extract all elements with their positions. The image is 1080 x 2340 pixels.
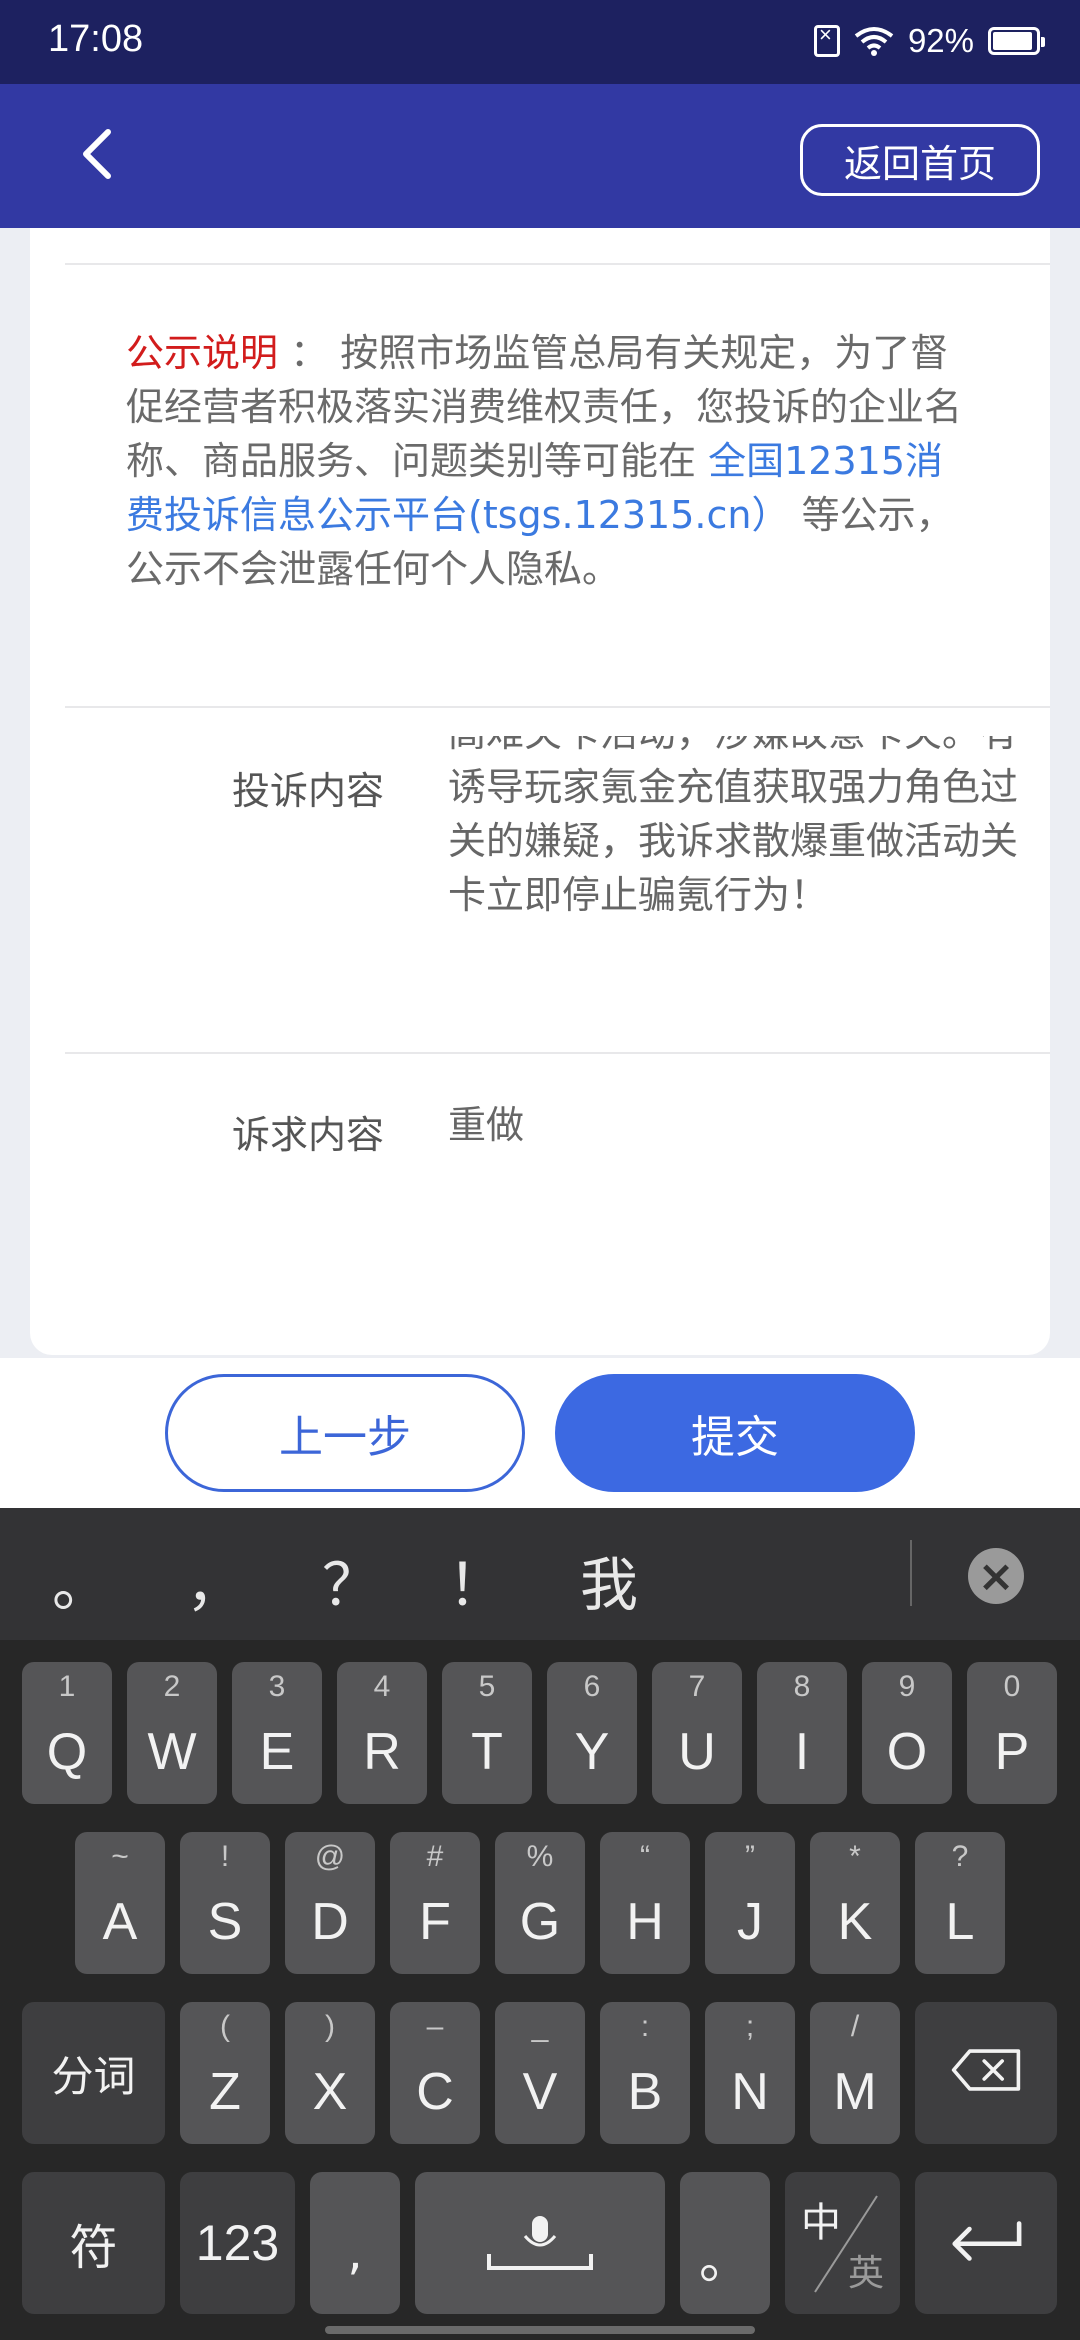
notice-colon: ： xyxy=(290,331,329,375)
key-c[interactable]: – C xyxy=(390,2002,480,2144)
candidate-item[interactable]: ！ xyxy=(448,1538,506,1622)
space-key[interactable] xyxy=(415,2172,665,2314)
key-x[interactable]: ) X xyxy=(285,2002,375,2144)
status-time: 17:08 xyxy=(48,18,144,60)
backspace-key[interactable] xyxy=(915,2002,1057,2144)
language-switch-key[interactable]: 中 英 xyxy=(785,2172,900,2314)
segment-key[interactable]: 分词 xyxy=(22,2002,165,2144)
divider xyxy=(65,263,1050,265)
candidate-item[interactable]: 我 xyxy=(580,1538,638,1622)
nav-bar: 返回首页 xyxy=(0,84,1080,228)
key-f[interactable]: # F xyxy=(390,1832,480,1974)
divider xyxy=(65,706,1050,708)
comma-key[interactable]: , xyxy=(310,2172,400,2314)
complaint-value-scroll[interactable]: 高难关卡活动，涉嫌故意卡关。有诱导玩家氪金充值获取强力角色过关的嫌疑，我诉求散爆… xyxy=(448,736,1028,1006)
key-y[interactable]: 6Y xyxy=(547,1662,637,1804)
key-i[interactable]: 8I xyxy=(757,1662,847,1804)
gesture-navigation-bar[interactable] xyxy=(325,2326,755,2334)
action-bar: 上一步 提交 xyxy=(0,1358,1080,1508)
key-b[interactable]: :B xyxy=(600,2002,690,2144)
key-n[interactable]: ; N xyxy=(705,2002,795,2144)
period-key[interactable]: 。 xyxy=(680,2172,770,2314)
complaint-summary-card: 公示说明 ： 按照市场监管总局有关规定，为了督促经营者积极落实消费维权责任，您投… xyxy=(30,228,1050,1355)
candidate-divider xyxy=(910,1540,912,1606)
previous-step-button[interactable]: 上一步 xyxy=(165,1374,525,1492)
candidate-item[interactable]: 。 xyxy=(52,1538,110,1622)
key-e[interactable]: 3E xyxy=(232,1662,322,1804)
candidate-item[interactable]: ， xyxy=(186,1538,244,1622)
key-g[interactable]: % G xyxy=(495,1832,585,1974)
claim-label: 诉求内容 xyxy=(232,1113,385,1157)
microphone-icon xyxy=(487,2216,593,2270)
claim-value: 重做 xyxy=(448,1103,525,1147)
battery-icon xyxy=(988,27,1045,55)
candidate-item[interactable]: ？ xyxy=(322,1538,380,1622)
key-u[interactable]: 7U xyxy=(652,1662,742,1804)
key-m[interactable]: / M xyxy=(810,2002,900,2144)
key-r[interactable]: 4R xyxy=(337,1662,427,1804)
submit-button[interactable]: 提交 xyxy=(555,1374,915,1492)
key-l[interactable]: ? L xyxy=(915,1832,1005,1974)
key-q[interactable]: 1Q xyxy=(22,1662,112,1804)
key-w[interactable]: 2W xyxy=(127,1662,217,1804)
key-h[interactable]: “H xyxy=(600,1832,690,1974)
key-p[interactable]: 0P xyxy=(967,1662,1057,1804)
battery-percent: 92% xyxy=(907,22,974,59)
key-k[interactable]: * K xyxy=(810,1832,900,1974)
close-candidates-icon[interactable]: × xyxy=(968,1548,1024,1604)
complaint-label: 投诉内容 xyxy=(232,769,385,813)
symbols-key[interactable]: 符 xyxy=(22,2172,165,2314)
status-icons: 92% xyxy=(813,22,1045,60)
key-t[interactable]: 5T xyxy=(442,1662,532,1804)
key-o[interactable]: 9O xyxy=(862,1662,952,1804)
return-home-button[interactable]: 返回首页 xyxy=(800,124,1040,196)
notice-label: 公示说明 xyxy=(126,331,279,375)
key-d[interactable]: @ D xyxy=(285,1832,375,1974)
key-j[interactable]: ” J xyxy=(705,1832,795,1974)
key-v[interactable]: _ V xyxy=(495,2002,585,2144)
soft-keyboard: 。 ， ？ ！ 我 × 1Q 2W 3E 4R 5T 6Y 7U 8I 9O 0… xyxy=(0,1508,1080,2340)
candidate-bar: 。 ， ？ ！ 我 × xyxy=(0,1508,1080,1640)
divider xyxy=(65,1052,1050,1054)
back-arrow-icon[interactable] xyxy=(68,122,132,186)
key-a[interactable]: ~ A xyxy=(75,1832,165,1974)
slash-divider-icon xyxy=(814,2195,878,2293)
key-z[interactable]: (Z xyxy=(180,2002,270,2144)
enter-icon xyxy=(952,2221,1022,2261)
wifi-icon xyxy=(854,27,894,56)
backspace-icon xyxy=(951,2049,1021,2091)
disclosure-notice: 公示说明 ： 按照市场监管总局有关规定，为了督促经营者积极落实消费维权责任，您投… xyxy=(126,326,976,596)
no-sim-icon xyxy=(813,22,840,57)
status-bar: 17:08 92% xyxy=(0,0,1080,84)
numbers-key[interactable]: 123 xyxy=(180,2172,295,2314)
enter-key[interactable] xyxy=(915,2172,1057,2314)
complaint-value: 高难关卡活动，涉嫌故意卡关。有诱导玩家氪金充值获取强力角色过关的嫌疑，我诉求散爆… xyxy=(448,736,1019,917)
key-s[interactable]: ! S xyxy=(180,1832,270,1974)
